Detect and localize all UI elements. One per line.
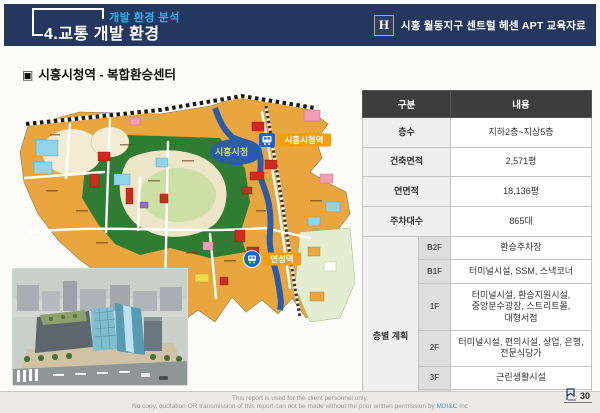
station2-label: 연성역 (270, 254, 293, 264)
col-header-content: 내용 (451, 91, 592, 118)
map-park-lawn (140, 168, 216, 222)
row-value: 2,571평 (451, 147, 592, 177)
table-row-floor: 층별 계획 B2F 환승주차장 (363, 236, 592, 260)
brand-logo-letter: H (379, 17, 389, 33)
rendering-svg (13, 269, 187, 385)
footer-line2-prefix: No copy, quotation OR transmission of th… (132, 403, 436, 410)
car (159, 376, 168, 380)
row-label: 층수 (363, 118, 451, 148)
floor-value: 터미널시설, 환승지원시설, 중앙분수광장, 스트리트몰, 대형서점 (451, 284, 592, 331)
section-title: ▣ 시흥시청역 - 복합환승센터 (22, 64, 176, 83)
footer-disclaimer-line1: This report is used for the client perso… (0, 395, 600, 403)
floor-plan-label: 층별 계획 (363, 236, 419, 413)
header-bar: 개발 환경 분석 4.교통 개발 환경 H 시흥 월동지구 센트럴 헤센 APT… (4, 4, 596, 46)
city-hall-label: 시흥시청 (215, 146, 248, 157)
table-header-row: 구분 내용 (363, 91, 592, 118)
row-value: 18,136평 (451, 177, 592, 207)
footer-bar: This report is used for the client perso… (0, 391, 600, 413)
floor-value: 터미널시설, SSM, 스낵코너 (451, 260, 592, 284)
floor-code: 2F (419, 331, 451, 366)
station-badge-yeonseong: 연성역 (244, 251, 302, 268)
floor-code: B2F (419, 236, 451, 260)
table-row: 주차대수 865대 (363, 207, 592, 237)
table-row: 층수 지하2층~지상5층 (363, 118, 592, 148)
table-row: 건축면적 2,571평 (363, 147, 592, 177)
section-bullet-icon: ▣ (22, 68, 33, 82)
car (141, 373, 150, 377)
floor-value: 근린생활시설 (451, 366, 592, 390)
footer-brand: MDI&C (437, 403, 458, 410)
footer-line2-suffix: Inc (457, 403, 467, 410)
page-number: 30 (580, 391, 590, 401)
transfer-center-rendering (12, 268, 188, 386)
footer-disclaimer-line2: No copy, quotation OR transmission of th… (0, 403, 600, 411)
floor-code: B1F (419, 260, 451, 284)
page-title: 4.교통 개발 환경 (44, 20, 160, 44)
section-title-text: 시흥시청역 - 복합환승센터 (38, 68, 176, 82)
row-label: 주차대수 (363, 207, 451, 237)
row-label: 건축면적 (363, 147, 451, 177)
brand-logo-icon: H (374, 15, 394, 36)
col-header-category: 구분 (363, 91, 451, 118)
row-value: 지하2층~지상5층 (451, 118, 592, 148)
floor-code: 1F (419, 284, 451, 331)
brand-title: 시흥 월동지구 센트럴 헤센 APT 교육자료 (401, 18, 586, 33)
floor-value: 환승주차장 (451, 236, 592, 260)
floor-value: 터미널시설, 편의시설, 상업, 은행, 전문식당가 (451, 331, 592, 366)
slide: 개발 환경 분석 4.교통 개발 환경 H 시흥 월동지구 센트럴 헤센 APT… (0, 0, 600, 413)
station-badge-siheung-cityhall: 시흥시청역 (259, 133, 331, 147)
station1-label: 시흥시청역 (284, 135, 323, 145)
pennant-icon (566, 388, 577, 401)
info-table: 구분 내용 층수 지하2층~지상5층 건축면적 2,571평 연면적 18,13… (362, 90, 592, 413)
brand-block: H 시흥 월동지구 센트럴 헤센 APT 교육자료 (374, 4, 586, 46)
table-row: 연면적 18,136평 (363, 177, 592, 207)
map-district-se (295, 228, 355, 322)
row-value: 865대 (451, 207, 592, 237)
row-label: 연면적 (363, 177, 451, 207)
page-number-block: 30 (564, 388, 592, 403)
floor-code: 3F (419, 366, 451, 390)
